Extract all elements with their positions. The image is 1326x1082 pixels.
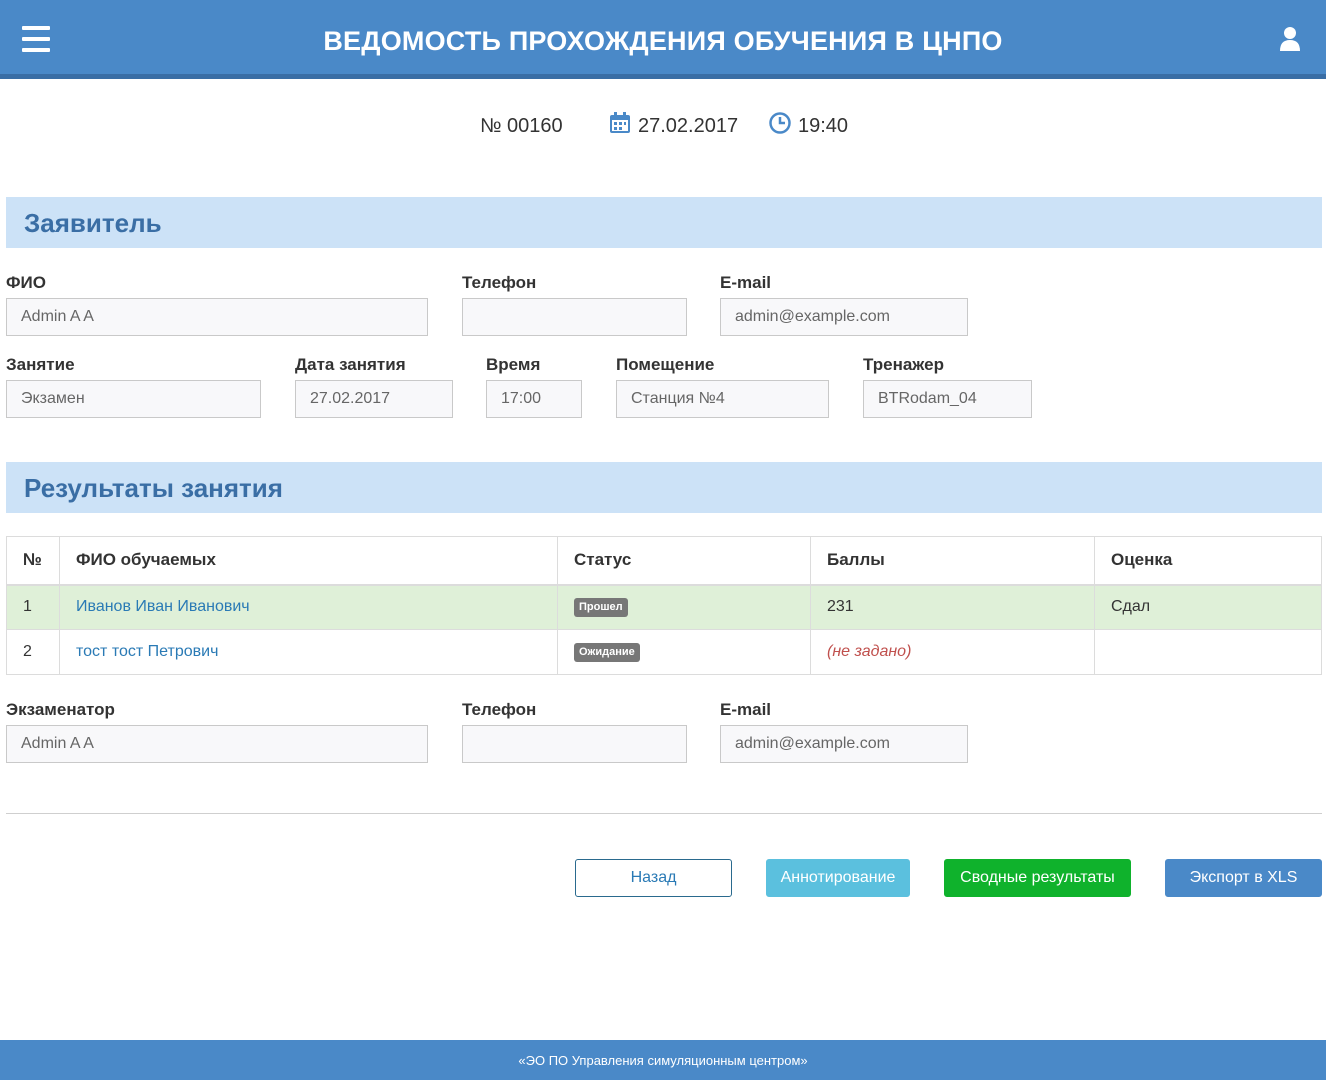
results-section-title: Результаты занятия [24,473,283,503]
examiner-email-field[interactable]: admin@example.com [720,725,968,763]
column-header-grade: Оценка [1094,536,1322,586]
applicant-section-title: Заявитель [24,208,162,238]
document-meta: № 00160 27.02.2017 19:40 [0,112,1326,140]
lesson-date-label: Дата занятия [295,355,406,374]
lesson-label: Занятие [6,355,75,374]
trainee-name-link[interactable]: Иванов Иван Иванович [76,598,250,615]
row-number: 2 [6,629,60,675]
footer-text: «ЭО ПО Управления симуляционным центром» [518,1053,808,1068]
document-number-text: № 00160 [480,114,563,137]
page-title: ВЕДОМОСТЬ ПРОХОЖДЕНИЯ ОБУЧЕНИЯ В ЦНПО [323,26,1003,56]
table-row: 2 тост тост Петрович Ожидание (не задано… [6,629,1322,675]
email-field[interactable]: admin@example.com [720,298,968,336]
clock-icon [769,112,791,140]
examiner-phone-label: Телефон [462,700,537,719]
phone-field[interactable] [462,298,687,336]
time-field[interactable]: 17:00 [486,380,582,418]
email-label: E-mail [720,273,772,292]
row-grade [1094,629,1322,675]
phone-label: Телефон [462,273,537,292]
room-label: Помещение [616,355,715,374]
row-score: 231 [810,584,1095,630]
row-number: 1 [6,584,60,630]
document-time-text: 19:40 [798,114,849,137]
status-badge: Ожидание [574,643,640,662]
column-header-status: Статус [557,536,811,586]
fio-label: ФИО [6,273,46,292]
fio-field[interactable]: Admin A A [6,298,428,336]
examiner-field[interactable]: Admin A A [6,725,428,763]
table-header-row: № ФИО обучаемых Статус Баллы Оценка [6,536,1322,586]
results-section-header: Результаты занятия [6,462,1322,513]
results-table: № ФИО обучаемых Статус Баллы Оценка 1 Ив… [6,536,1322,675]
export-xls-button[interactable]: Экспорт в XLS [1165,859,1322,897]
examiner-phone-field[interactable] [462,725,687,763]
trainer-label: Тренажер [863,355,944,374]
summary-results-button[interactable]: Сводные результаты [944,859,1131,897]
row-grade: Сдал [1094,584,1322,630]
trainer-field[interactable]: BTRodam_04 [863,380,1032,418]
divider [6,813,1322,814]
applicant-section-header: Заявитель [6,197,1322,248]
room-field[interactable]: Станция №4 [616,380,829,418]
annotate-button[interactable]: Аннотирование [766,859,910,897]
column-header-score: Баллы [810,536,1095,586]
document-date: 27.02.2017 [609,112,738,140]
lesson-field[interactable]: Экзамен [6,380,261,418]
examiner-email-label: E-mail [720,700,772,719]
document-time: 19:40 [769,112,848,140]
back-button[interactable]: Назад [575,859,732,897]
status-badge: Прошел [574,598,628,618]
column-header-number: № [6,536,60,586]
row-score: (не задано) [827,643,912,660]
trainee-name-link[interactable]: тост тост Петрович [76,643,218,660]
document-number: № 00160 [480,112,563,140]
column-header-name: ФИО обучаемых [59,536,558,586]
lesson-date-field[interactable]: 27.02.2017 [295,380,453,418]
examiner-label: Экзаменатор [6,700,115,719]
calendar-icon [609,112,631,140]
top-navbar: ВЕДОМОСТЬ ПРОХОЖДЕНИЯ ОБУЧЕНИЯ В ЦНПО [0,0,1326,79]
document-date-text: 27.02.2017 [638,114,739,137]
time-label: Время [486,355,541,374]
footer: «ЭО ПО Управления симуляционным центром» [0,1040,1326,1080]
table-row: 1 Иванов Иван Иванович Прошел 231 Сдал [6,584,1322,630]
user-icon[interactable] [1280,26,1300,52]
